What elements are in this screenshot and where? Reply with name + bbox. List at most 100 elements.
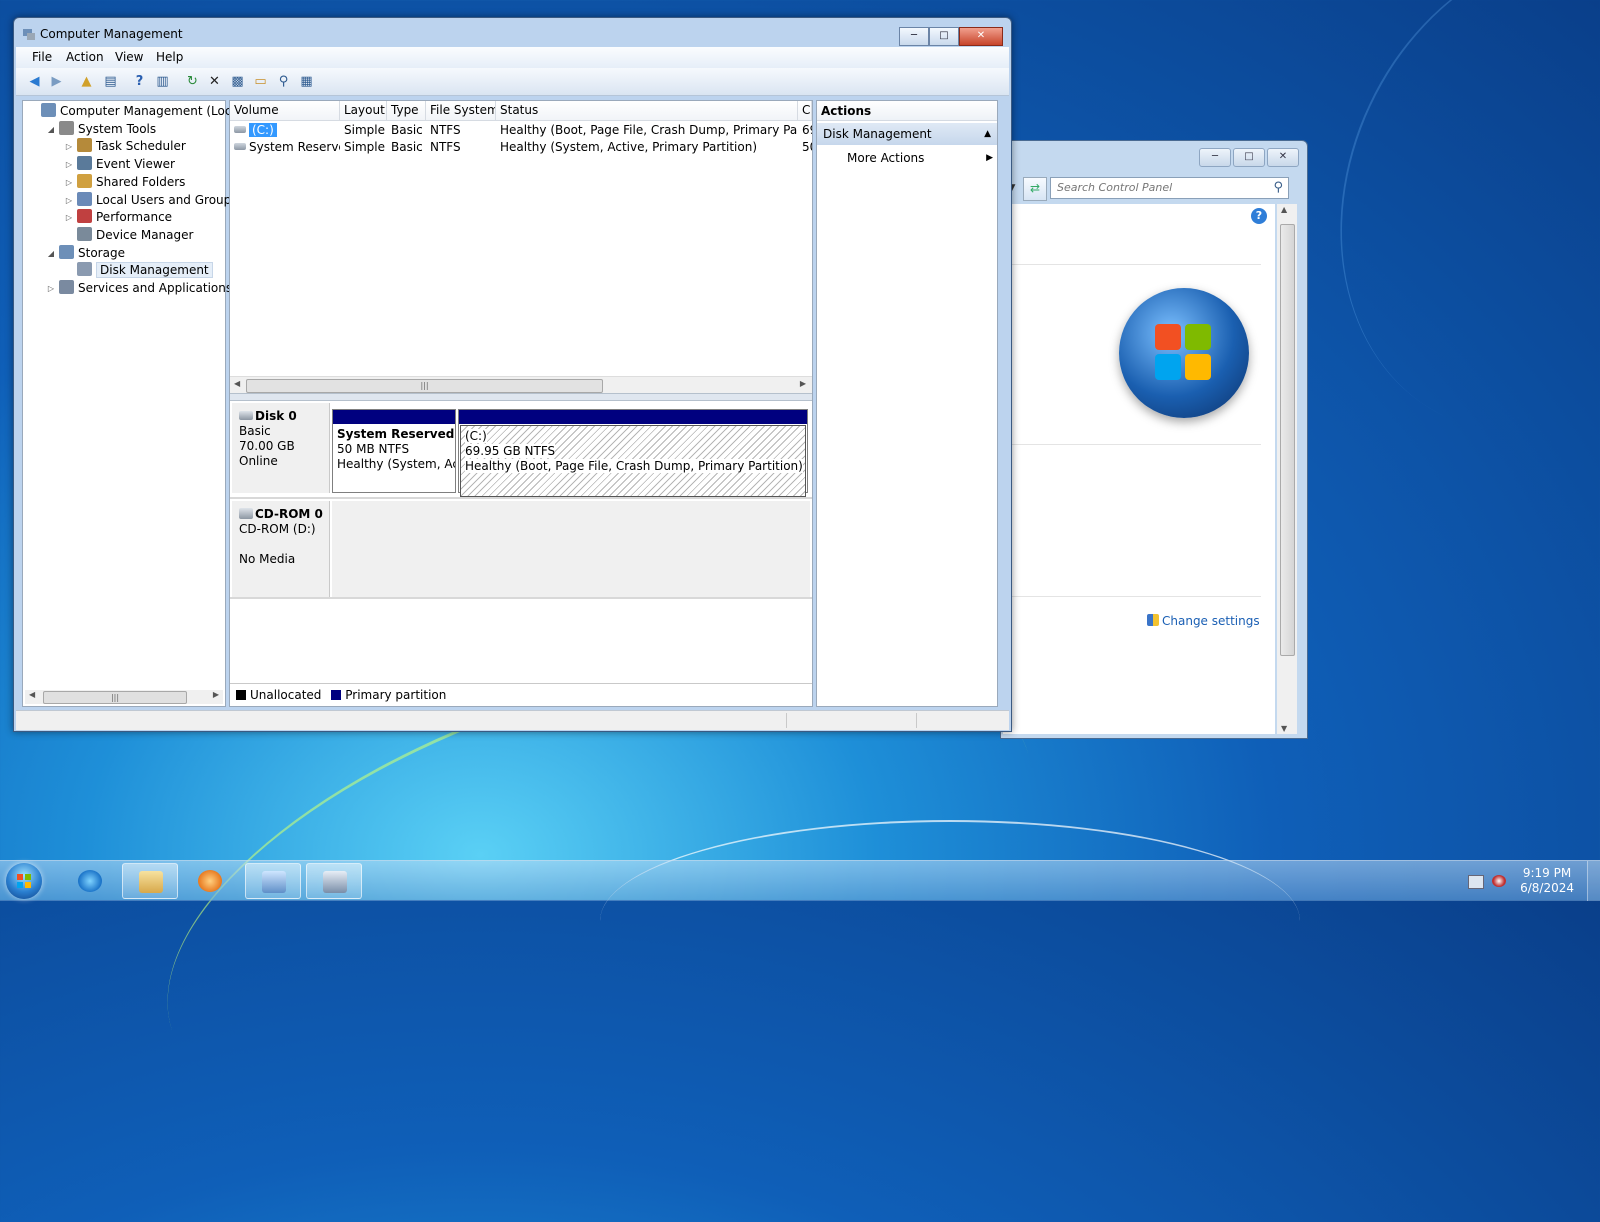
clock[interactable]: 9:19 PM 6/8/2024 xyxy=(1520,866,1574,896)
up-folder-icon[interactable]: ▲ xyxy=(78,73,95,90)
network-icon[interactable] xyxy=(1468,875,1484,889)
column-volume[interactable]: Volume xyxy=(230,101,340,120)
column-layout[interactable]: Layout xyxy=(340,101,387,120)
uac-shield-icon xyxy=(1147,614,1159,626)
scroll-right-icon[interactable]: ▶ xyxy=(800,379,806,388)
table-row[interactable]: (C:) Simple Basic NTFS Healthy (Boot, Page F… xyxy=(230,122,812,139)
tree-item[interactable]: Disk Management xyxy=(77,262,213,279)
tree-item[interactable]: ◢ System Tools xyxy=(48,120,156,138)
expand-arrow-icon[interactable]: ▷ xyxy=(64,192,74,209)
menu-view[interactable]: View xyxy=(115,50,143,64)
column-file-system[interactable]: File System xyxy=(426,101,496,120)
scroll-right-icon[interactable]: ▶ xyxy=(213,690,219,699)
disk-management-pane: Volume Layout Type File System Status C … xyxy=(229,100,813,707)
search-disk-icon[interactable]: ⚲ xyxy=(275,73,292,90)
divider xyxy=(1003,444,1261,445)
forward-icon[interactable]: ▶ xyxy=(48,73,65,90)
back-icon[interactable]: ◀ xyxy=(26,73,43,90)
computer-management-window[interactable]: Computer Management ─ □ ✕ File Action Vi… xyxy=(13,17,1012,732)
expand-arrow-icon[interactable]: ▷ xyxy=(46,280,56,297)
change-settings-link[interactable]: Change settings xyxy=(1147,614,1260,628)
delete-icon[interactable]: ✕ xyxy=(206,73,223,90)
partition-c[interactable]: (C:) 69.95 GB NTFS Healthy (Boot, Page F… xyxy=(458,409,808,497)
menu-action[interactable]: Action xyxy=(66,50,104,64)
start-button[interactable] xyxy=(6,863,42,899)
tree-item[interactable]: ▷ Performance xyxy=(66,209,172,226)
taskbar-control-panel[interactable] xyxy=(245,863,301,899)
pane-splitter[interactable] xyxy=(230,393,812,401)
toolbar: ◀ ▶ ▲ ▤ ? ▥ ↻ ✕ ▩ ▭ ⚲ ▦ xyxy=(16,68,1009,96)
settings-icon[interactable]: ▦ xyxy=(298,73,315,90)
logo-red xyxy=(1155,324,1181,350)
maximize-button[interactable]: □ xyxy=(1233,148,1265,167)
scrollbar-thumb[interactable]: ||| xyxy=(246,379,603,393)
help-icon[interactable]: ? xyxy=(131,73,148,90)
expand-arrow-icon[interactable]: ▷ xyxy=(64,138,74,155)
search-input[interactable]: Search Control Panel ⚲ xyxy=(1050,177,1289,199)
tree-item[interactable]: ▷ Services and Applications xyxy=(48,280,232,297)
collapse-arrow-icon[interactable]: ◢ xyxy=(46,245,56,262)
collapse-icon[interactable]: ▲ xyxy=(984,123,991,145)
cell-volume: System Reserved xyxy=(230,139,340,156)
list-horizontal-scrollbar[interactable]: ◀ ||| ▶ xyxy=(230,376,812,393)
tree-item[interactable]: ◢ Storage xyxy=(48,244,125,262)
scroll-left-icon[interactable]: ◀ xyxy=(234,379,240,388)
open-folder-icon[interactable]: ▭ xyxy=(252,73,269,90)
disk-0-label[interactable]: Disk 0 Basic 70.00 GB Online xyxy=(232,403,330,493)
show-desktop-button[interactable] xyxy=(1587,861,1600,901)
show-hide-tree-icon[interactable]: ▤ xyxy=(102,73,119,90)
search-icon[interactable]: ⚲ xyxy=(1273,180,1283,195)
cell-text: NTFS xyxy=(430,140,461,154)
close-button[interactable]: ✕ xyxy=(1267,148,1299,167)
table-row[interactable]: System Reserved Simple Basic NTFS Healthy (S… xyxy=(230,139,812,156)
column-type[interactable]: Type xyxy=(387,101,426,120)
volume-muted-icon[interactable] xyxy=(1492,875,1506,887)
taskbar-media-player[interactable] xyxy=(182,863,238,899)
show-hide-action-pane-icon[interactable]: ▥ xyxy=(154,73,171,90)
scrollbar-thumb[interactable] xyxy=(1280,224,1295,656)
taskbar-explorer[interactable] xyxy=(122,863,178,899)
scroll-down-icon[interactable]: ▼ xyxy=(1281,724,1287,733)
tree-horizontal-scrollbar[interactable]: ◀ ||| ▶ xyxy=(25,690,223,704)
control-panel-window[interactable]: ─ □ ✕ ▼ ⇄ Search Control Panel ⚲ ? Chang… xyxy=(1000,140,1308,739)
minimize-button[interactable]: ─ xyxy=(899,27,929,46)
drive-icon xyxy=(234,143,246,150)
taskbar-computer-management[interactable] xyxy=(306,863,362,899)
more-actions-item[interactable]: More Actions ▶ xyxy=(847,149,993,167)
maximize-button[interactable]: □ xyxy=(929,27,959,46)
disk-state: Online xyxy=(239,454,278,468)
menu-file[interactable]: File xyxy=(32,50,52,64)
cdrom-0-label[interactable]: CD-ROM 0 CD-ROM (D:) No Media xyxy=(232,501,330,597)
actions-section-disk-management[interactable]: Disk Management ▲ xyxy=(817,123,997,145)
tree-item[interactable]: ▷ Task Scheduler xyxy=(66,138,186,155)
cell-layout: Simple xyxy=(340,139,387,156)
help-icon[interactable]: ? xyxy=(1251,208,1267,224)
partition-system-reserved[interactable]: System Reserved 50 MB NTFS Healthy (Syst… xyxy=(332,409,456,493)
scrollbar-thumb[interactable]: ||| xyxy=(43,691,187,704)
tree-item[interactable]: ▷ Local Users and Groups xyxy=(66,191,238,209)
tree-item[interactable]: ▷ Shared Folders xyxy=(66,173,185,191)
tree-item[interactable]: ▷ Event Viewer xyxy=(66,156,175,173)
minimize-button[interactable]: ─ xyxy=(1199,148,1231,167)
menu-help[interactable]: Help xyxy=(156,50,183,64)
properties-icon[interactable]: ▩ xyxy=(229,73,246,90)
expand-arrow-icon[interactable]: ▷ xyxy=(64,174,74,191)
column-status[interactable]: Status xyxy=(496,101,798,120)
expand-arrow-icon[interactable]: ▷ xyxy=(64,156,74,173)
tree-item[interactable]: Computer Management (Local xyxy=(41,103,242,120)
close-button[interactable]: ✕ xyxy=(959,27,1003,46)
column-capacity[interactable]: C xyxy=(798,101,812,120)
cell-text: Healthy (Boot, Page File, Crash Dump, Pr… xyxy=(500,123,798,137)
refresh-button[interactable]: ⇄ xyxy=(1023,177,1047,201)
wallpaper-swoosh xyxy=(1263,0,1600,502)
cdrom-empty-area[interactable] xyxy=(332,501,810,597)
scroll-left-icon[interactable]: ◀ xyxy=(29,690,35,699)
expand-arrow-icon[interactable]: ▷ xyxy=(64,209,74,226)
console-tree[interactable]: Computer Management (Local ◢ System Tools ▷… xyxy=(22,100,242,707)
tree-item[interactable]: Device Manager xyxy=(77,226,193,244)
collapse-arrow-icon[interactable]: ◢ xyxy=(46,121,56,138)
scroll-up-icon[interactable]: ▲ xyxy=(1281,205,1287,214)
refresh-icon[interactable]: ↻ xyxy=(184,73,201,90)
taskbar-internet-explorer[interactable] xyxy=(62,863,118,899)
vertical-scrollbar[interactable]: ▲ ▼ xyxy=(1277,204,1297,734)
